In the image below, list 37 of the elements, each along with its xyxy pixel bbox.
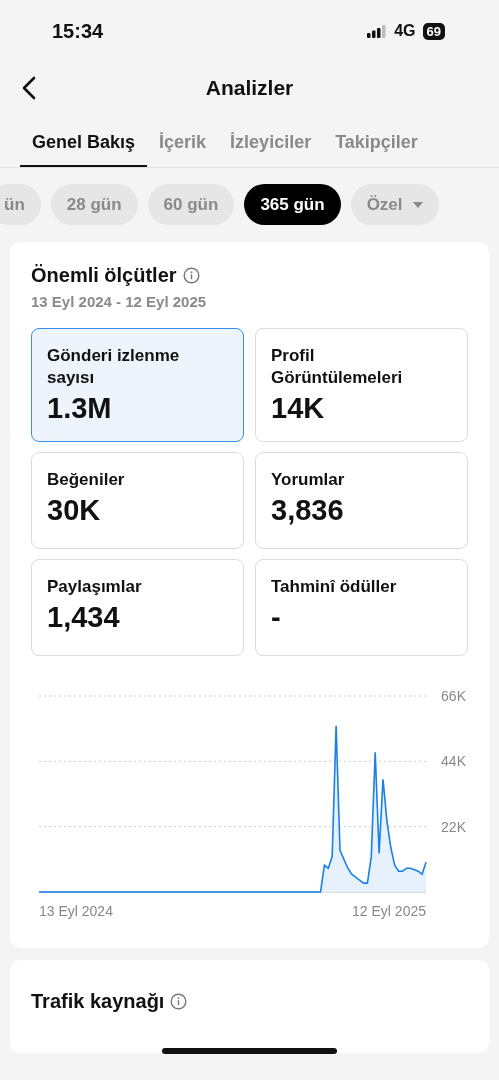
metric-card[interactable]: Yorumlar 3,836 [255, 452, 468, 549]
axis-label: 22K [441, 818, 466, 835]
metric-label: Yorumlar [271, 469, 346, 491]
axis-label: 44K [441, 753, 466, 770]
metric-card[interactable]: Gönderi izlenme sayısı 1.3M [31, 328, 244, 442]
page-title: Analizler [205, 76, 294, 100]
battery-level: 69 [422, 22, 445, 40]
date-range: 13 Eyl 2024 - 12 Eyl 2025 [31, 293, 208, 310]
metric-card[interactable]: Paylaşımlar 1,434 [31, 559, 244, 656]
metric-label: Beğeniler [47, 469, 126, 491]
axis-label: 66K [441, 688, 466, 704]
metric-value: - [271, 601, 282, 634]
axis-label: 13 Eyl 2024 [39, 903, 113, 919]
axis-label: 12 Eyl 2025 [352, 903, 426, 919]
tab[interactable]: Genel Bakış [20, 120, 148, 167]
metric-value: 30K [47, 494, 102, 527]
info-icon[interactable] [182, 267, 200, 284]
signal-icon [367, 24, 388, 38]
section-title: Trafik kaynağı [31, 990, 165, 1013]
metric-value: 14K [271, 392, 326, 425]
metric-value: 1,434 [47, 601, 121, 634]
metric-label: Gönderi izlenme sayısı [47, 345, 181, 389]
metric-value: 1.3M [47, 392, 113, 425]
status-time: 15:34 [52, 19, 104, 43]
back-icon [22, 76, 36, 100]
metric-card[interactable]: Profil Görüntülemeleri 14K [255, 328, 468, 442]
metric-label: Profil Görüntülemeleri [271, 345, 404, 389]
metric-label: Tahminî ödüller [271, 576, 398, 598]
period-chip[interactable]: 365 gün [244, 184, 341, 225]
metric-label: Paylaşımlar [47, 576, 143, 598]
metric-card[interactable]: Beğeniler 30K [31, 452, 244, 549]
metric-card[interactable]: Tahminî ödüller - [255, 559, 468, 656]
info-icon[interactable] [170, 993, 188, 1010]
network-label: 4G [394, 22, 416, 40]
section-title: Önemli ölçütler [31, 264, 177, 287]
caret-icon [412, 201, 423, 208]
metric-value: 3,836 [271, 494, 345, 527]
